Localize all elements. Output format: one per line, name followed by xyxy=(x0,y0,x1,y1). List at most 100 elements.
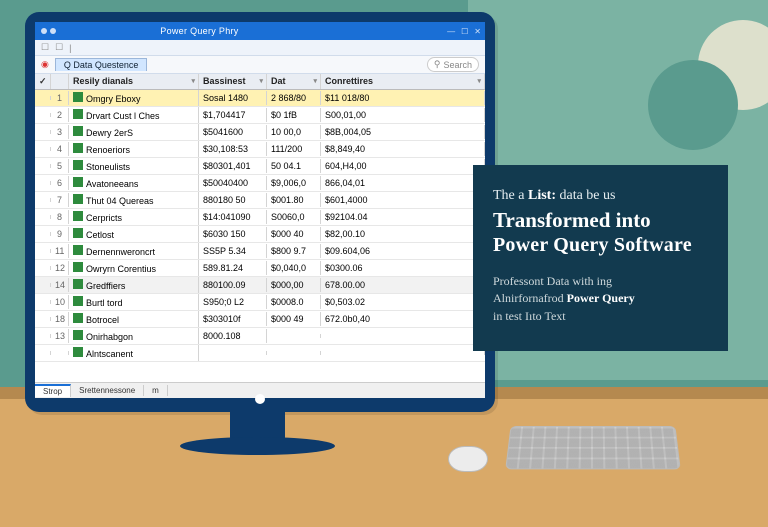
app-window: Power Query Phry — ☐ ✕ ☐ ☐ | ◉ Q Data Qu… xyxy=(35,22,485,398)
cell-b: 10 00,0 xyxy=(267,125,321,139)
cell-c: S00,01,00 xyxy=(321,108,485,122)
col-a[interactable]: Bassinest▾ xyxy=(199,74,267,89)
nav-back-icon[interactable]: ☐ xyxy=(41,42,49,53)
table-icon xyxy=(73,262,83,272)
table-icon xyxy=(73,245,83,255)
card-title-1: Transformed into xyxy=(493,208,708,233)
col-b[interactable]: Dat▾ xyxy=(267,74,321,89)
table-row[interactable]: 11DernennweroncrtSS5P 5.34$800 9.7$09.60… xyxy=(35,243,485,260)
cell-a: 589.81.24 xyxy=(199,261,267,275)
table-row[interactable]: 13Onirhabgon8000.108 xyxy=(35,328,485,345)
row-number xyxy=(51,351,69,355)
table-icon xyxy=(73,296,83,306)
table-row[interactable]: 18Botrocel$303010f$000 49672.0b0,40 xyxy=(35,311,485,328)
cell-a: $303010f xyxy=(199,312,267,326)
cell-c: 678.00.00 xyxy=(321,278,485,292)
cell-a: SS5P 5.34 xyxy=(199,244,267,258)
cell-b: 2 868/80 xyxy=(267,91,321,105)
table-row[interactable]: 10Burtl tordS950;0 L2$0008.0$0,503.02 xyxy=(35,294,485,311)
search-input[interactable]: ⚲ Search xyxy=(427,57,479,72)
data-table: ✓ Resily dianals▾ Bassinest▾ Dat▾ Conret… xyxy=(35,74,485,382)
minimize-icon[interactable]: — xyxy=(447,27,455,36)
cell-c xyxy=(321,334,485,338)
table-row[interactable]: 6Avatoneeans$50040400$9,006,0866,04,01 xyxy=(35,175,485,192)
cell-c: 866,04,01 xyxy=(321,176,485,190)
cell-c: $601,4000 xyxy=(321,193,485,207)
cell-c: $09.604,06 xyxy=(321,244,485,258)
cell-name: Drvart Cust l Ches xyxy=(69,107,199,123)
cell-b: $800 9.7 xyxy=(267,244,321,258)
row-number: 14 xyxy=(51,278,69,292)
keyboard xyxy=(505,426,680,469)
cell-name: Alntscanent xyxy=(69,345,199,361)
cell-a: $30,108:53 xyxy=(199,142,267,156)
table-icon xyxy=(73,279,83,289)
table-icon xyxy=(73,313,83,323)
chevron-down-icon[interactable]: ▾ xyxy=(259,77,263,85)
table-row[interactable]: 2Drvart Cust l Ches$1,704417$0 1fBS00,01… xyxy=(35,107,485,124)
cell-a: $1,704417 xyxy=(199,108,267,122)
cell-name: Owryrn Corentius xyxy=(69,260,199,276)
sheet-tab[interactable]: Strop xyxy=(35,384,71,397)
cell-b: $001.80 xyxy=(267,193,321,207)
tab-data-query[interactable]: Q Data Questence xyxy=(55,58,148,71)
cell-c: $82,00.10 xyxy=(321,227,485,241)
cell-name: Thut 04 Quereas xyxy=(69,192,199,208)
cell-a: S950;0 L2 xyxy=(199,295,267,309)
cell-name: Burtl tord xyxy=(69,294,199,310)
table-row[interactable]: 9Cetlost$6030 150$000 40$82,00.10 xyxy=(35,226,485,243)
cell-c: $8B,004,05 xyxy=(321,125,485,139)
cell-b: $0008.0 xyxy=(267,295,321,309)
table-row[interactable]: Alntscanent xyxy=(35,345,485,362)
tab-label: Q Data Questence xyxy=(64,60,139,70)
table-row[interactable]: 1Omgry EboxySosal 14802 868/80$11 018/80 xyxy=(35,90,485,107)
titlebar: Power Query Phry — ☐ ✕ xyxy=(35,22,485,40)
table-row[interactable]: 12Owryrn Corentius589.81.24$0,040,0$0300… xyxy=(35,260,485,277)
table-row[interactable]: 3Dewry 2erS$504160010 00,0$8B,004,05 xyxy=(35,124,485,141)
col-c[interactable]: Conrettires▾ xyxy=(321,74,485,89)
chevron-down-icon[interactable]: ▾ xyxy=(477,77,481,85)
table-icon xyxy=(73,160,83,170)
col-name[interactable]: Resily dianals▾ xyxy=(69,74,199,89)
cell-a: 8000.108 xyxy=(199,329,267,343)
maximize-icon[interactable]: ☐ xyxy=(461,27,468,36)
row-number: 4 xyxy=(51,142,69,156)
table-icon xyxy=(73,347,83,357)
window-controls[interactable]: — ☐ ✕ xyxy=(447,27,481,36)
cell-b: $000 40 xyxy=(267,227,321,241)
cell-b: S0060,0 xyxy=(267,210,321,224)
row-number: 8 xyxy=(51,210,69,224)
close-icon[interactable]: ✕ xyxy=(474,27,481,36)
cell-name: Cerpricts xyxy=(69,209,199,225)
cell-name: Avatoneeans xyxy=(69,175,199,191)
table-icon xyxy=(73,109,83,119)
row-number: 10 xyxy=(51,295,69,309)
cell-c: $0,503.02 xyxy=(321,295,485,309)
cell-name: Onirhabgon xyxy=(69,328,199,344)
chevron-down-icon[interactable]: ▾ xyxy=(313,77,317,85)
sheet-tab[interactable]: Srettennessone xyxy=(71,385,144,396)
home-icon[interactable]: ◉ xyxy=(41,59,49,70)
table-row[interactable]: 4Renoeriors$30,108:53111/200$8,849,40 xyxy=(35,141,485,158)
table-icon xyxy=(73,228,83,238)
table-row[interactable]: 14Gredffiers880100.09$000,00678.00.00 xyxy=(35,277,485,294)
table-row[interactable]: 5Stoneulists$80301,40150 04.1604,H4,00 xyxy=(35,158,485,175)
table-row[interactable]: 7Thut 04 Quereas880180 50$001.80$601,400… xyxy=(35,192,485,209)
table-row[interactable]: 8Cerpricts$14:041090S0060,0$92104.04 xyxy=(35,209,485,226)
cell-a: $6030 150 xyxy=(199,227,267,241)
row-number: 1 xyxy=(51,91,69,105)
monitor: Power Query Phry — ☐ ✕ ☐ ☐ | ◉ Q Data Qu… xyxy=(25,12,495,412)
card-line1: The a List: data be us xyxy=(493,187,708,206)
row-number: 11 xyxy=(51,244,69,258)
table-icon xyxy=(73,330,83,340)
chevron-down-icon[interactable]: ▾ xyxy=(191,77,195,85)
tab-bar: ◉ Q Data Questence ⚲ Search xyxy=(35,56,485,74)
cell-b xyxy=(267,351,321,355)
table-header: ✓ Resily dianals▾ Bassinest▾ Dat▾ Conret… xyxy=(35,74,485,90)
col-select[interactable]: ✓ xyxy=(35,74,51,89)
cell-c xyxy=(321,351,485,355)
cell-a: Sosal 1480 xyxy=(199,91,267,105)
nav-fwd-icon[interactable]: ☐ xyxy=(55,42,63,53)
sheet-tab[interactable]: m xyxy=(144,385,168,396)
search-icon: ⚲ xyxy=(434,59,441,70)
